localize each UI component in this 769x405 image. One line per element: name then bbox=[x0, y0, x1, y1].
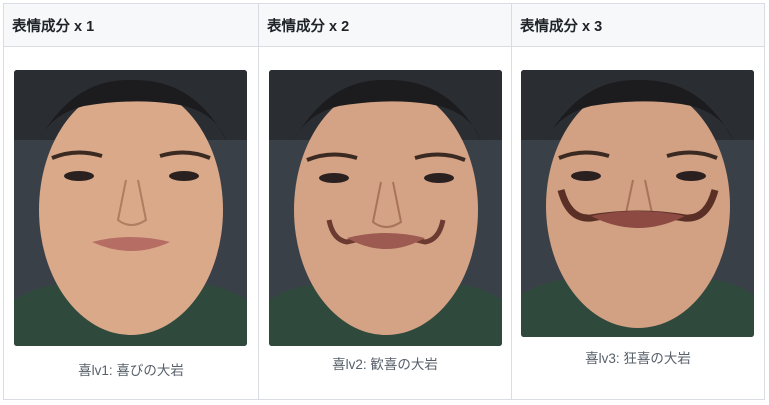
photo-caption: 喜lv2: 歓喜の大岩 bbox=[332, 357, 438, 372]
column-level-2: 表情成分 x 2 喜lv2: 歓喜の大岩 bbox=[258, 4, 511, 399]
face-photo-lv1 bbox=[14, 70, 247, 346]
photo-caption: 喜lv3: 狂喜の大岩 bbox=[585, 351, 691, 366]
face-photo-lv2 bbox=[269, 70, 502, 346]
column-header: 表情成分 x 3 bbox=[512, 4, 764, 47]
column-header: 表情成分 x 2 bbox=[259, 4, 511, 47]
column-level-1: 表情成分 x 1 喜lv1: 喜びの大岩 bbox=[4, 4, 258, 399]
column-header: 表情成分 x 1 bbox=[4, 4, 258, 47]
column-level-3: 表情成分 x 3 喜lv3: 狂喜の大岩 bbox=[511, 4, 764, 399]
face-photo-lv3 bbox=[521, 70, 754, 337]
photo-caption: 喜lv1: 喜びの大岩 bbox=[78, 363, 184, 378]
expression-comparison-table: 表情成分 x 1 喜lv1: 喜びの大岩 表情成分 x 2 喜lv2: 歓喜の大… bbox=[3, 3, 765, 400]
